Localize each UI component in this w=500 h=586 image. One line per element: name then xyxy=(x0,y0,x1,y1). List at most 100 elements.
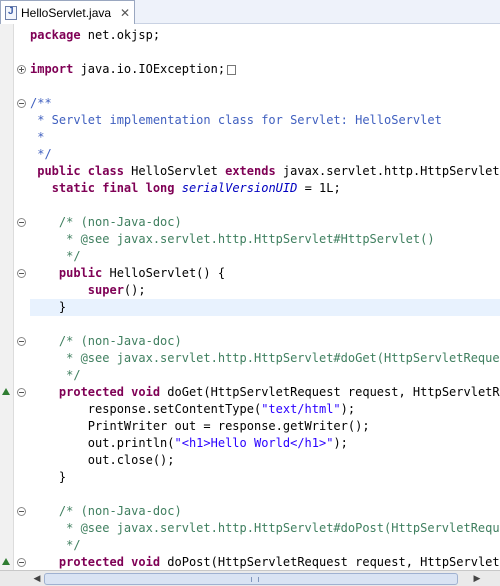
code-token: javax.servlet.http.HttpServlet xyxy=(275,164,500,178)
comment-token: * @see javax.servlet.http.HttpServlet#do… xyxy=(66,351,500,365)
comment-token: * @see javax.servlet.http.HttpServlet#do… xyxy=(66,521,500,535)
override-marker-icon[interactable] xyxy=(2,388,10,395)
code-line[interactable]: protected void doGet(HttpServletRequest … xyxy=(30,384,500,401)
code-line[interactable]: super(); xyxy=(30,282,500,299)
comment-token: */ xyxy=(30,147,52,161)
code-line[interactable]: * @see javax.servlet.http.HttpServlet#Ht… xyxy=(30,231,500,248)
code-line[interactable]: public class HelloServlet extends javax.… xyxy=(30,163,500,180)
keyword-token: protected void xyxy=(58,385,161,399)
code-line[interactable]: /* (non-Java-doc) xyxy=(30,214,500,231)
editor-tab-bar: HelloServlet.java ✕ xyxy=(0,0,500,24)
collapse-fold-icon[interactable] xyxy=(17,558,26,567)
keyword-token: public class xyxy=(37,164,124,178)
comment-token: * Servlet implementation class for Servl… xyxy=(30,113,442,127)
code-line[interactable]: * @see javax.servlet.http.HttpServlet#do… xyxy=(30,520,500,537)
code-line[interactable]: /* (non-Java-doc) xyxy=(30,333,500,350)
code-token: doPost(HttpServletRequest request, HttpS… xyxy=(167,555,500,569)
java-file-icon xyxy=(5,5,17,20)
grip-icon xyxy=(251,577,259,582)
comment-token: */ xyxy=(30,249,81,263)
keyword-token: extends xyxy=(225,164,276,178)
code-editor[interactable]: package net.okjsp; import java.io.IOExcep… xyxy=(30,27,500,571)
code-line[interactable]: * xyxy=(30,129,500,146)
collapse-fold-icon[interactable] xyxy=(17,507,26,516)
comment-token: /* (non-Java-doc) xyxy=(58,504,182,518)
code-token: PrintWriter out = response.getWriter(); xyxy=(30,419,370,433)
scrollbar-thumb[interactable] xyxy=(44,573,458,585)
string-token: "<h1>Hello World</h1>" xyxy=(174,436,334,450)
code-line[interactable] xyxy=(30,316,500,333)
override-marker-icon[interactable] xyxy=(2,558,10,565)
code-line[interactable]: */ xyxy=(30,367,500,384)
fold-column xyxy=(14,24,30,572)
code-line[interactable] xyxy=(30,44,500,61)
code-token: java.io.IOException; xyxy=(73,62,226,76)
code-token: doGet(HttpServletRequest request, HttpSe… xyxy=(167,385,500,399)
code-line[interactable] xyxy=(30,486,500,503)
comment-token: * xyxy=(30,130,45,144)
keyword-token: public xyxy=(58,266,103,280)
code-token: ); xyxy=(340,402,356,416)
editor-gutter xyxy=(0,24,14,572)
keyword-token: import xyxy=(30,62,74,76)
comment-token: */ xyxy=(30,538,81,552)
code-line[interactable]: * @see javax.servlet.http.HttpServlet#do… xyxy=(30,350,500,367)
comment-token: * @see javax.servlet.http.HttpServlet#Ht… xyxy=(30,232,435,246)
code-line[interactable]: PrintWriter out = response.getWriter(); xyxy=(30,418,500,435)
code-token: (); xyxy=(123,283,146,297)
comment-token: /* (non-Java-doc) xyxy=(58,334,182,348)
code-line[interactable]: static final long serialVersionUID = 1L; xyxy=(30,180,500,197)
tab-title: HelloServlet.java xyxy=(21,5,112,20)
code-line[interactable]: public HelloServlet() { xyxy=(30,265,500,282)
scroll-right-icon[interactable]: ▶ xyxy=(470,572,484,586)
collapse-fold-icon[interactable] xyxy=(17,218,26,227)
comment-token: /** xyxy=(30,96,52,110)
code-line[interactable]: * Servlet implementation class for Servl… xyxy=(30,112,500,129)
code-token: out.println( xyxy=(30,436,175,450)
collapse-fold-icon[interactable] xyxy=(17,388,26,397)
code-token: } xyxy=(30,300,67,314)
code-token: out.close(); xyxy=(30,453,175,467)
code-line[interactable]: import java.io.IOException; xyxy=(30,61,500,78)
keyword-token: protected void xyxy=(58,555,161,569)
code-line[interactable]: /* (non-Java-doc) xyxy=(30,503,500,520)
editor-tab-helloservlet[interactable]: HelloServlet.java ✕ xyxy=(0,0,135,24)
collapse-fold-icon[interactable] xyxy=(17,99,26,108)
code-line[interactable]: package net.okjsp; xyxy=(30,27,500,44)
folded-region-icon[interactable] xyxy=(227,64,237,75)
code-line[interactable]: protected void doPost(HttpServletRequest… xyxy=(30,554,500,571)
code-line[interactable]: out.println("<h1>Hello World</h1>"); xyxy=(30,435,500,452)
horizontal-scrollbar[interactable]: ◀ ▶ xyxy=(0,570,500,586)
code-line[interactable]: */ xyxy=(30,248,500,265)
keyword-token: static final long xyxy=(51,181,175,195)
close-icon[interactable]: ✕ xyxy=(120,7,130,19)
code-line[interactable]: */ xyxy=(30,537,500,554)
collapse-fold-icon[interactable] xyxy=(17,337,26,346)
string-token: "text/html" xyxy=(261,402,341,416)
code-line[interactable]: } xyxy=(30,469,500,486)
code-line[interactable] xyxy=(30,78,500,95)
scroll-left-icon[interactable]: ◀ xyxy=(30,572,44,586)
keyword-token: super xyxy=(87,283,124,297)
code-line[interactable]: } xyxy=(30,299,500,316)
code-token: HelloServlet xyxy=(123,164,226,178)
keyword-token: package xyxy=(30,28,81,42)
expand-fold-icon[interactable] xyxy=(17,65,26,74)
code-line[interactable] xyxy=(30,197,500,214)
comment-token: */ xyxy=(30,368,81,382)
collapse-fold-icon[interactable] xyxy=(17,269,26,278)
code-line[interactable]: out.close(); xyxy=(30,452,500,469)
code-token: net.okjsp; xyxy=(80,28,161,42)
code-line[interactable]: /** xyxy=(30,95,500,112)
code-token: response.setContentType( xyxy=(30,402,262,416)
code-token: } xyxy=(30,470,67,484)
code-line[interactable]: */ xyxy=(30,146,500,163)
code-line[interactable]: response.setContentType("text/html"); xyxy=(30,401,500,418)
